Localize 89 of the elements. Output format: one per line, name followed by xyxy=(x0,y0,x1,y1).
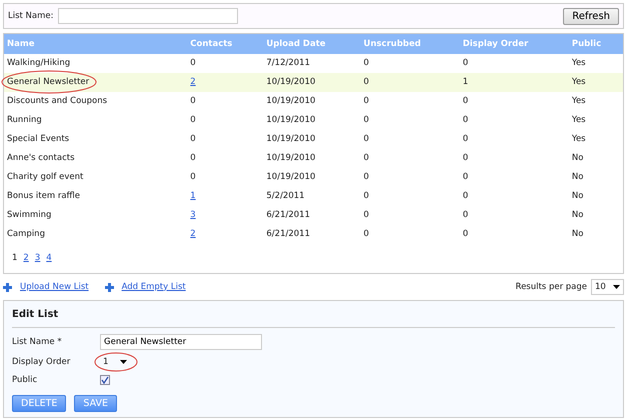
table-cell-text: Special Events xyxy=(6,133,70,146)
table-cell: 0 xyxy=(360,92,460,111)
table-cell-text: No xyxy=(570,209,584,222)
action-link[interactable]: Upload New List xyxy=(20,280,89,294)
table-cell-text: 0 xyxy=(462,152,470,166)
caret-icon xyxy=(120,360,127,364)
table-cell-text: 6/21/2011 xyxy=(265,228,311,242)
contacts-link[interactable]: 2 xyxy=(190,77,196,88)
table-cell-text: 5/2/2011 xyxy=(265,190,306,204)
table-cell-text: 0 xyxy=(362,171,370,184)
list-name-field[interactable] xyxy=(58,8,238,24)
table-cell-text: Camping xyxy=(6,228,46,242)
table-cell-text: 0 xyxy=(362,228,370,242)
table-cell-text: 0 xyxy=(462,114,470,128)
table-cell-text: 0 xyxy=(189,133,197,146)
table-cell-text: 10/19/2010 xyxy=(265,133,316,146)
select-value: 10 xyxy=(595,280,606,294)
table-cell-text: 0 xyxy=(362,190,370,204)
panel-title: Edit List xyxy=(12,305,615,328)
column-header: Upload Date xyxy=(263,34,361,54)
refresh-button[interactable]: Refresh xyxy=(563,8,619,24)
table-cell-text: No xyxy=(570,228,584,242)
table-cell: 0 xyxy=(360,54,460,73)
table-cell: General Newsletter xyxy=(4,73,188,92)
field-label: Public xyxy=(12,374,38,387)
table-cell-text: 0 xyxy=(462,171,470,184)
public-checkbox[interactable] xyxy=(100,375,110,386)
page-number[interactable]: 1 xyxy=(12,252,18,265)
table-cell-text: No xyxy=(570,152,584,166)
action-link[interactable]: Add Empty List xyxy=(122,280,186,294)
table-cell: 0 xyxy=(460,54,569,73)
table-cell-text: Yes xyxy=(570,133,587,146)
table-cell-text: 10/19/2010 xyxy=(265,114,316,128)
table-cell: 0 xyxy=(360,73,460,92)
table-cell: 0 xyxy=(460,92,569,111)
field-label: Display Order xyxy=(12,356,72,368)
table-cell-text: 0 xyxy=(362,209,370,222)
column-header: Contacts xyxy=(187,34,264,54)
table-cell-text: Anne's contacts xyxy=(6,152,76,166)
table-cell-text: 0 xyxy=(462,133,470,146)
table-cell-text: 0 xyxy=(362,152,370,166)
table-cell: Yes xyxy=(568,92,623,111)
results-per-page-select[interactable]: 10 xyxy=(591,279,624,295)
page-link[interactable]: 2 xyxy=(23,252,29,265)
table-cell: Discounts and Coupons xyxy=(4,92,188,111)
table-cell-text: 0 xyxy=(362,133,370,146)
table-cell-text: Charity golf event xyxy=(6,171,84,184)
plus-icon xyxy=(104,282,114,292)
table-cell-text: 10/19/2010 xyxy=(265,171,316,184)
plus-icon xyxy=(3,282,12,292)
table-cell-text: 10/19/2010 xyxy=(265,152,316,166)
table-cell: Yes xyxy=(568,54,623,73)
table-cell-text: 0 xyxy=(462,209,470,222)
field-label: List Name * xyxy=(12,336,63,348)
table-cell: Walking/Hiking xyxy=(4,54,188,73)
table-cell-text: Yes xyxy=(570,114,587,128)
table-cell-text: Swimming xyxy=(6,209,52,222)
column-header: Unscrubbed xyxy=(360,34,460,54)
table-cell: 10/19/2010 xyxy=(263,92,361,111)
table-cell-text: 0 xyxy=(189,152,197,166)
caret-icon xyxy=(613,285,620,289)
table-cell-text: 0 xyxy=(189,114,197,128)
select-value: 1 xyxy=(103,356,108,368)
table-cell: 10/19/2010 xyxy=(263,73,361,92)
contacts-link[interactable]: 3 xyxy=(190,210,196,220)
table-cell-text: No xyxy=(570,190,584,204)
table-cell-text: 0 xyxy=(462,228,470,242)
table-cell-text: Running xyxy=(6,114,43,128)
column-header: Display Order xyxy=(460,34,569,54)
contacts-link[interactable]: 1 xyxy=(190,191,196,202)
list-name-input[interactable]: General Newsletter xyxy=(100,334,262,350)
table-cell: 0 xyxy=(187,54,264,73)
page-link[interactable]: 4 xyxy=(46,252,52,265)
contacts-link[interactable]: 2 xyxy=(190,229,196,240)
table-cell: 0 xyxy=(187,92,264,111)
results-per-page-label: Results per page xyxy=(516,280,587,294)
page-link[interactable]: 3 xyxy=(34,252,40,265)
table-cell-text: Bonus item raffle xyxy=(6,190,81,204)
column-header: Name xyxy=(4,34,188,54)
table-cell: Yes xyxy=(568,73,623,92)
table-cell-text: 0 xyxy=(462,190,470,204)
table-cell: 1 xyxy=(460,73,569,92)
table-cell-text: 0 xyxy=(362,114,370,128)
table-cell-text: 0 xyxy=(189,171,197,184)
field-label: List Name: xyxy=(8,10,54,22)
table-cell-text: 6/21/2011 xyxy=(265,209,311,222)
table-cell: 7/12/2011 xyxy=(263,54,361,73)
table-cell-text: No xyxy=(570,171,584,184)
column-header: Public xyxy=(568,34,623,54)
